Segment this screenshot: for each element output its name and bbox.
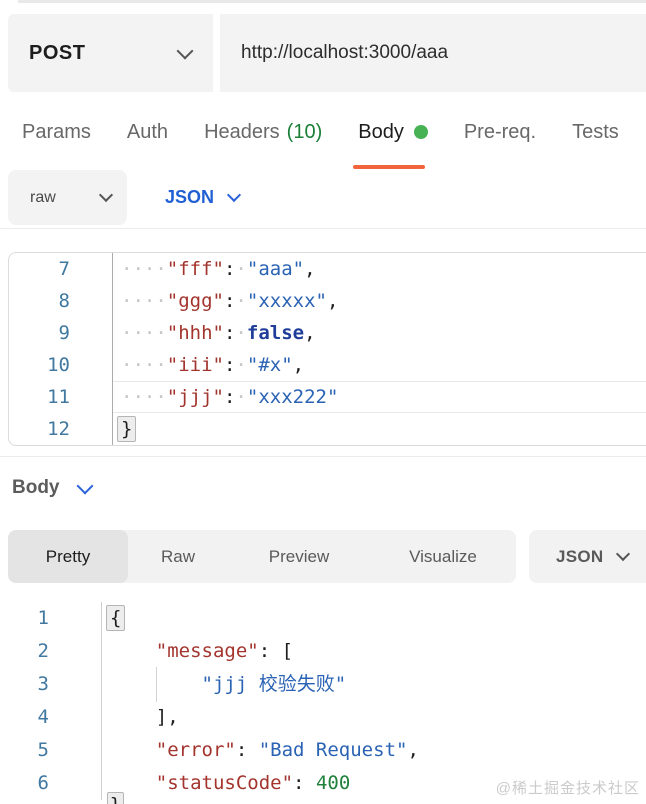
request-body-editor[interactable]: 7 ····"fff":·"aaa", 8 ····"ggg":·"xxxxx"… <box>8 252 646 446</box>
cutoff-top-element <box>18 0 646 3</box>
body-type-row: raw JSON <box>8 170 239 225</box>
tab-prereq[interactable]: Pre-req. <box>464 121 536 144</box>
tab-params-label: Params <box>22 121 91 144</box>
chevron-down-icon <box>99 188 113 202</box>
tab-auth[interactable]: Auth <box>127 121 168 144</box>
method-label: POST <box>29 42 85 65</box>
body-format-label: JSON <box>165 187 214 208</box>
body-format-dropdown[interactable]: JSON <box>147 187 239 208</box>
tab-headers-label: Headers <box>204 121 280 144</box>
bracket-match-highlight: { <box>106 605 125 631</box>
view-tab-raw[interactable]: Raw <box>128 530 228 583</box>
code-line[interactable]: 3 "jjj 校验失败" <box>0 668 646 701</box>
url-text: http://localhost:3000/aaa <box>241 42 448 64</box>
code-content: "error": "Bad Request", <box>102 734 646 767</box>
line-number: 2 <box>0 635 102 668</box>
bracket-match-highlight: } <box>117 416 136 442</box>
code-line[interactable]: 1 { <box>0 602 646 635</box>
code-content: ····"ggg":·"xxxxx", <box>113 285 646 317</box>
line-number: 6 <box>0 767 102 800</box>
whitespace-dots: ···· <box>121 258 167 280</box>
tab-prereq-label: Pre-req. <box>464 121 536 144</box>
code-line-active[interactable]: 11 ····"jjj":·"xxx222" <box>9 381 646 413</box>
request-tabs: Params Auth Headers (10) Body Pre-req. T… <box>22 109 619 155</box>
chevron-down-icon <box>177 42 194 59</box>
url-bar: POST http://localhost:3000/aaa <box>8 14 646 92</box>
chevron-down-icon <box>76 477 93 494</box>
line-number: 7 <box>9 253 113 285</box>
code-line[interactable]: 4 ], <box>0 701 646 734</box>
line-number: 3 <box>0 668 102 701</box>
url-input[interactable]: http://localhost:3000/aaa <box>220 14 646 92</box>
code-content: ····"fff":·"aaa", <box>113 253 646 285</box>
line-number: 11 <box>9 381 113 413</box>
tab-tests-label: Tests <box>572 121 619 144</box>
view-segmented-control: Pretty Raw Preview Visualize <box>8 530 516 583</box>
bracket-match-highlight-partial: } <box>107 792 124 804</box>
code-content: ····"hhh":·false, <box>113 317 646 349</box>
view-tab-visualize[interactable]: Visualize <box>370 530 516 583</box>
code-line[interactable]: 12 } <box>9 413 646 445</box>
code-content: ····"iii":·"#x", <box>113 349 646 381</box>
code-line[interactable]: 10 ····"iii":·"#x", <box>9 349 646 381</box>
watermark: @稀土掘金技术社区 <box>496 777 640 798</box>
code-content: "jjj 校验失败" <box>102 668 646 701</box>
section-divider <box>0 456 646 457</box>
postman-request-panel: POST http://localhost:3000/aaa Params Au… <box>0 0 646 804</box>
tab-body-label: Body <box>358 121 404 144</box>
line-number: 8 <box>9 285 113 317</box>
line-number: 1 <box>0 602 102 635</box>
view-tab-preview[interactable]: Preview <box>228 530 370 583</box>
line-number: 5 <box>0 734 102 767</box>
code-line[interactable]: 2 "message": [ <box>0 635 646 668</box>
body-content-dot-icon <box>414 125 428 139</box>
code-line[interactable]: 5 "error": "Bad Request", <box>0 734 646 767</box>
line-number: 9 <box>9 317 113 349</box>
line-number: 4 <box>0 701 102 734</box>
tab-body[interactable]: Body <box>358 121 428 144</box>
headers-count-badge: (10) <box>287 121 323 144</box>
response-format-label: JSON <box>556 547 604 567</box>
code-line[interactable]: 8 ····"ggg":·"xxxxx", <box>9 285 646 317</box>
code-content: "message": [ <box>102 635 646 668</box>
line-number: 10 <box>9 349 113 381</box>
tab-headers[interactable]: Headers (10) <box>204 121 322 144</box>
code-content: ····"jjj":·"xxx222" <box>113 381 646 413</box>
tab-auth-label: Auth <box>127 121 168 144</box>
tab-params[interactable]: Params <box>22 121 91 144</box>
code-content: ], <box>102 701 646 734</box>
chevron-down-icon <box>227 188 241 202</box>
response-format-dropdown[interactable]: JSON <box>529 530 646 583</box>
body-type-label: raw <box>30 189 56 207</box>
section-divider <box>0 228 646 229</box>
view-tab-pretty[interactable]: Pretty <box>8 530 128 583</box>
response-body-viewer[interactable]: 1 { 2 "message": [ 3 "jjj 校验失败" 4 ], 5 "… <box>0 602 646 804</box>
tab-tests[interactable]: Tests <box>572 121 619 144</box>
chevron-down-icon <box>615 547 629 561</box>
code-line[interactable]: 9 ····"hhh":·false, <box>9 317 646 349</box>
response-view-tabs: Pretty Raw Preview Visualize JSON <box>8 530 646 583</box>
response-section-label: Body <box>12 477 60 499</box>
body-type-dropdown[interactable]: raw <box>8 170 127 225</box>
response-body-toggle[interactable]: Body <box>12 468 91 508</box>
code-line[interactable]: 7 ····"fff":·"aaa", <box>9 253 646 285</box>
line-number: 12 <box>9 413 113 445</box>
code-content: { <box>102 602 646 635</box>
code-content: } <box>113 413 646 445</box>
method-dropdown[interactable]: POST <box>8 14 213 92</box>
indent-guide-line <box>156 667 157 702</box>
